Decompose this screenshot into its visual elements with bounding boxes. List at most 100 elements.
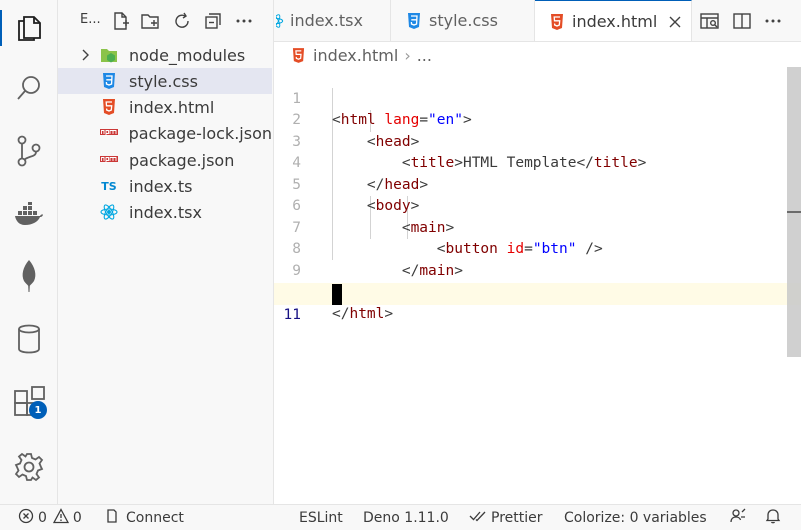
tree-item-label: package.json: [129, 150, 235, 170]
search-activity[interactable]: [0, 66, 57, 114]
react-icon: [97, 203, 121, 221]
css-icon: [97, 73, 121, 89]
scrollbar-cursor-marker: [787, 211, 801, 213]
node-folder-icon: [97, 47, 121, 63]
source-control-icon: [15, 135, 43, 171]
code-line: 6 <main>: [274, 175, 801, 236]
code-line: 8 </main>: [274, 218, 801, 279]
tree-item-label: style.css: [129, 71, 198, 91]
more-icon[interactable]: [233, 10, 255, 32]
tab-label: style.css: [429, 11, 498, 30]
collapse-all-icon[interactable]: [202, 10, 224, 32]
tree-item-label: package-lock.json: [128, 123, 272, 143]
tree-item-package-lock-json[interactable]: package-lock.json: [58, 120, 272, 146]
tree-item-label: node_modules: [129, 45, 246, 65]
explorer-sidebar: E... node_modules style.css index.html p…: [58, 0, 274, 504]
code-line: 5 <body>: [274, 153, 801, 215]
eslint-label: ESLint: [299, 509, 343, 526]
tab-index-tsx[interactable]: index.tsx: [274, 0, 391, 41]
bell-icon: [765, 508, 785, 528]
code-line-current: 11: [274, 283, 801, 323]
code-text: </html>: [332, 305, 394, 322]
tab-bar: index.tsx style.css index.html: [274, 0, 801, 42]
notifications-status[interactable]: [765, 505, 785, 530]
feedback-icon: [730, 508, 750, 528]
html-icon: [292, 47, 305, 63]
leaf-icon: [19, 259, 39, 297]
colorize-status[interactable]: Colorize: 0 variables: [564, 505, 707, 530]
ts-icon: TS: [101, 179, 117, 193]
prettier-status[interactable]: Prettier: [469, 505, 543, 530]
text-cursor: [332, 284, 342, 305]
breadcrumb-file[interactable]: index.html: [313, 46, 398, 65]
code-line: 3 <title>HTML Template</title>: [274, 110, 801, 172]
split-editor-icon[interactable]: [730, 9, 754, 33]
react-icon: [276, 13, 284, 29]
extensions-activity[interactable]: 1: [0, 380, 57, 428]
tree-item-style-css[interactable]: style.css: [58, 68, 272, 94]
html-icon: [550, 13, 564, 30]
close-icon[interactable]: [669, 16, 681, 28]
plug-icon: [104, 508, 124, 528]
settings-activity[interactable]: [0, 445, 57, 493]
source-control-activity[interactable]: [0, 129, 57, 177]
open-preview-icon[interactable]: [698, 9, 722, 33]
tree-item-index-ts[interactable]: TS index.ts: [58, 173, 272, 199]
code-line: 7 <button id="btn" />: [274, 196, 801, 258]
tree-item-index-html[interactable]: index.html: [58, 94, 272, 120]
connect-status[interactable]: Connect: [104, 505, 184, 530]
line-number: 11: [283, 306, 301, 323]
colorize-label: Colorize: 0 variables: [564, 509, 707, 526]
database-icon: [17, 324, 41, 358]
explorer-header: E...: [58, 0, 273, 40]
deno-label: Deno 1.11.0: [363, 509, 449, 526]
gear-icon: [14, 452, 44, 486]
activity-bar: 1: [0, 0, 58, 504]
chevron-right-icon: ›: [404, 45, 411, 65]
search-icon: [15, 74, 43, 106]
tree-item-label: index.ts: [129, 176, 193, 196]
warning-count: 0: [72, 509, 82, 526]
tree-item-label: index.tsx: [129, 202, 202, 222]
warning-icon: [52, 507, 73, 528]
tree-item-label: index.html: [129, 97, 215, 117]
tab-style-css[interactable]: style.css: [391, 0, 535, 41]
error-icon: [18, 508, 38, 528]
prettier-label: Prettier: [491, 509, 543, 526]
code-line: 1 <html lang="en">: [274, 67, 801, 129]
tree-item-index-tsx[interactable]: index.tsx: [58, 199, 272, 225]
double-check-icon: [469, 510, 491, 526]
tree-item-package-json[interactable]: package.json: [58, 147, 272, 173]
html-icon: [97, 99, 121, 115]
new-folder-icon[interactable]: [140, 10, 162, 32]
database-activity[interactable]: [0, 317, 57, 365]
breadcrumb: index.html › ...: [292, 44, 432, 66]
code-line: 10 </html>: [274, 261, 801, 322]
explorer-activity[interactable]: [0, 4, 57, 52]
tree-item-node-modules[interactable]: node_modules: [58, 42, 272, 68]
status-bar: 0 0 Connect ESLint Deno 1.11.0 Prettier …: [0, 504, 801, 530]
error-count: 0: [38, 509, 47, 526]
extensions-badge: 1: [29, 401, 47, 419]
docker-activity[interactable]: [0, 192, 57, 240]
refresh-icon[interactable]: [171, 10, 193, 32]
feedback-status[interactable]: [730, 505, 750, 530]
npm-icon: [97, 129, 121, 137]
breadcrumb-rest[interactable]: ...: [417, 46, 432, 65]
deno-status[interactable]: Deno 1.11.0: [363, 505, 449, 530]
code-line: 4 </head>: [274, 132, 801, 193]
npm-icon: [97, 156, 121, 164]
code-line: 9 </body>: [274, 239, 801, 301]
editor-area: index.tsx style.css index.html index.htm…: [274, 0, 801, 504]
css-icon: [407, 12, 421, 29]
new-file-icon[interactable]: [110, 10, 132, 32]
more-icon[interactable]: [761, 9, 785, 33]
eslint-status[interactable]: ESLint: [299, 505, 343, 530]
files-icon: [15, 11, 43, 45]
tab-label: index.tsx: [290, 11, 363, 30]
code-line: 2 <head>: [274, 89, 801, 150]
explorer-title: E...: [80, 12, 101, 27]
problems-status[interactable]: 0 0: [18, 505, 82, 530]
mongodb-activity[interactable]: [0, 254, 57, 302]
tab-index-html[interactable]: index.html: [535, 0, 692, 41]
